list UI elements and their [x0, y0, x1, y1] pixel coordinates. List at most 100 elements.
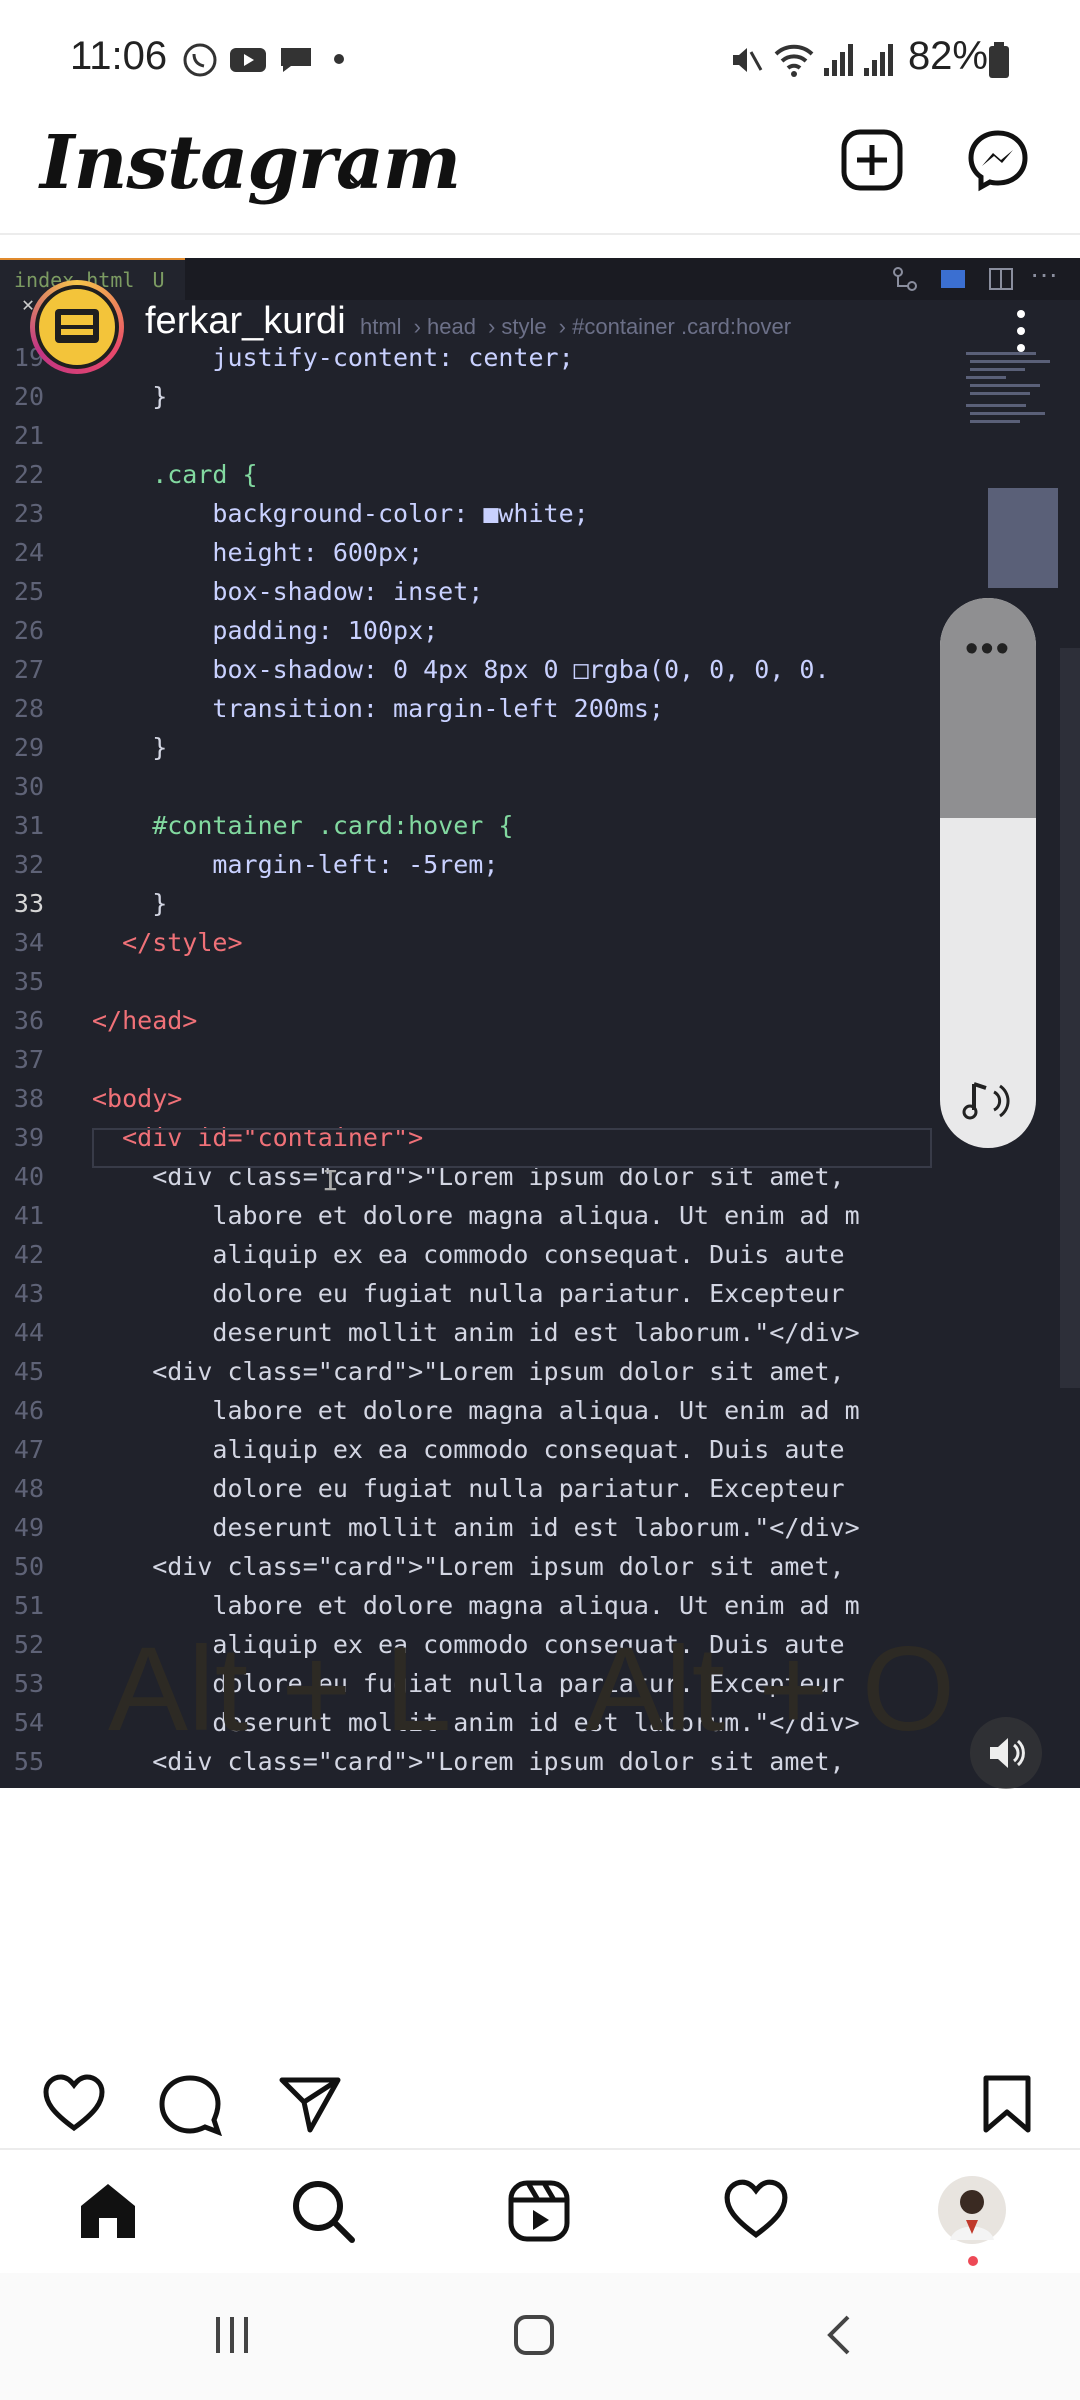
- code-line: 29 }: [0, 728, 1080, 767]
- editor-tab-bar: index.html U ✕ ···: [0, 258, 1080, 316]
- more-options-icon[interactable]: [1006, 306, 1036, 356]
- code-text: }: [92, 889, 168, 918]
- line-number: 30: [13, 772, 44, 801]
- search-icon[interactable]: [290, 2178, 356, 2249]
- line-number: 48: [13, 1474, 44, 1503]
- line-number: 20: [13, 382, 44, 411]
- profile-avatar[interactable]: [936, 2174, 1008, 2251]
- mute-toggle-button[interactable]: [970, 1717, 1042, 1789]
- new-post-button[interactable]: [840, 128, 904, 192]
- post-actions: [0, 2048, 1080, 2148]
- code-line: 35: [0, 962, 1080, 1001]
- line-number: 55: [13, 1747, 44, 1776]
- breadcrumb-item: head: [427, 314, 476, 339]
- code-text: }: [92, 382, 168, 411]
- wifi-icon: [772, 40, 816, 85]
- code-line: 27 box-shadow: 0 4px 8px 0 □rgba(0, 0, 0…: [0, 650, 1080, 689]
- split-editor-icon: [986, 264, 1016, 299]
- code-line: 22 .card {: [0, 455, 1080, 494]
- code-line: 49 deserunt mollit anim id est laborum."…: [0, 1508, 1080, 1547]
- home-icon[interactable]: [75, 2178, 141, 2249]
- code-line: 50 <div class="card">"Lorem ipsum dolor …: [0, 1547, 1080, 1586]
- code-line: 19 justify-content: center;: [0, 338, 1080, 377]
- code-text: aliquip ex ea commodo consequat. Duis au…: [92, 1240, 845, 1269]
- code-line: 25 box-shadow: inset;: [0, 572, 1080, 611]
- code-text: aliquip ex ea commodo consequat. Duis au…: [92, 1435, 845, 1464]
- line-number: 42: [13, 1240, 44, 1269]
- code-text: <div class="card">"Lorem ipsum dolor sit…: [92, 1357, 845, 1386]
- code-text: dolore eu fugiat nulla pariatur. Excepte…: [92, 1279, 845, 1308]
- code-line: 32 margin-left: -5rem;: [0, 845, 1080, 884]
- status-time: 11:06: [70, 34, 168, 78]
- code-text: <div class="card">"Lorem ipsum dolor sit…: [92, 1552, 845, 1581]
- code-line: 20 }: [0, 377, 1080, 416]
- code-text: box-shadow: inset;: [92, 577, 484, 606]
- code-text: }: [92, 733, 168, 762]
- line-number: 33: [13, 889, 44, 918]
- status-bar: 11:06 82%: [0, 0, 1080, 120]
- volume-more-icon[interactable]: •••: [940, 628, 1036, 671]
- code-line: 47 aliquip ex ea commodo consequat. Duis…: [0, 1430, 1080, 1469]
- code-line: 28 transition: margin-left 200ms;: [0, 689, 1080, 728]
- heart-icon[interactable]: [42, 2074, 106, 2137]
- recent-apps-icon[interactable]: [210, 2313, 254, 2362]
- instagram-logo[interactable]: Instagram: [40, 120, 461, 206]
- line-number: 27: [13, 655, 44, 684]
- post-video[interactable]: index.html U ✕ ··· html› head› style› #c…: [0, 258, 1080, 1788]
- scrollbar[interactable]: [1060, 648, 1080, 1388]
- send-icon[interactable]: [278, 2074, 342, 2139]
- code-line: 26 padding: 100px;: [0, 611, 1080, 650]
- messenger-button[interactable]: [966, 128, 1030, 192]
- back-icon[interactable]: [818, 2313, 862, 2362]
- shortcut-label: Alt + L: [108, 1622, 452, 1756]
- code-line: 43 dolore eu fugiat nulla pariatur. Exce…: [0, 1274, 1080, 1313]
- chevron-down-icon[interactable]: [340, 160, 376, 201]
- line-number: 40: [13, 1162, 44, 1191]
- code-line: 31 #container .card:hover {: [0, 806, 1080, 845]
- home-button-icon[interactable]: [512, 2313, 556, 2362]
- author-username[interactable]: ferkar_kurdi: [145, 300, 346, 343]
- line-number: 41: [13, 1201, 44, 1230]
- breadcrumb-item: style: [501, 314, 547, 339]
- line-number: 44: [13, 1318, 44, 1347]
- line-number: 37: [13, 1045, 44, 1074]
- code-line: 37: [0, 1040, 1080, 1079]
- code-text: #container .card:hover {: [92, 811, 514, 840]
- line-number: 29: [13, 733, 44, 762]
- more-actions-icon: ···: [1030, 258, 1058, 289]
- mute-icon: [725, 40, 765, 85]
- code-text: </head>: [92, 1006, 198, 1035]
- line-number: 38: [13, 1084, 44, 1113]
- text-cursor: I: [322, 1164, 339, 1197]
- comment-icon[interactable]: [158, 2074, 223, 2141]
- viber-icon: [180, 40, 220, 85]
- tab-status: U: [152, 268, 165, 292]
- volume-slider[interactable]: •••: [940, 598, 1036, 1148]
- line-number: 26: [13, 616, 44, 645]
- line-number: 51: [13, 1591, 44, 1620]
- android-navigation-bar: [0, 2273, 1080, 2400]
- author-avatar[interactable]: [30, 280, 124, 374]
- code-text: labore et dolore magna aliqua. Ut enim a…: [92, 1201, 860, 1230]
- line-number: 52: [13, 1630, 44, 1659]
- signal-icon: [822, 40, 856, 85]
- code-line: 42 aliquip ex ea commodo consequat. Duis…: [0, 1235, 1080, 1274]
- reels-icon[interactable]: [506, 2178, 572, 2249]
- notification-dot: [968, 2256, 978, 2266]
- line-number: 43: [13, 1279, 44, 1308]
- code-line: 24 height: 600px;: [0, 533, 1080, 572]
- code-line: 23 background-color: ■white;: [0, 494, 1080, 533]
- code-line: 38 <body>: [0, 1079, 1080, 1118]
- dot-icon: [332, 52, 346, 71]
- breadcrumb-item: #container .card:hover: [572, 314, 792, 339]
- breadcrumb-item: html: [360, 314, 402, 339]
- activity-heart-icon[interactable]: [723, 2178, 789, 2245]
- code-text: deserunt mollit anim id est laborum."</d…: [92, 1513, 860, 1542]
- preview-icon: [938, 264, 968, 299]
- bookmark-icon[interactable]: [980, 2074, 1034, 2139]
- code-line: 36 </head>: [0, 1001, 1080, 1040]
- line-number: 32: [13, 850, 44, 879]
- code-text: background-color: ■white;: [92, 499, 589, 528]
- code-text: padding: 100px;: [92, 616, 439, 645]
- line-number: 45: [13, 1357, 44, 1386]
